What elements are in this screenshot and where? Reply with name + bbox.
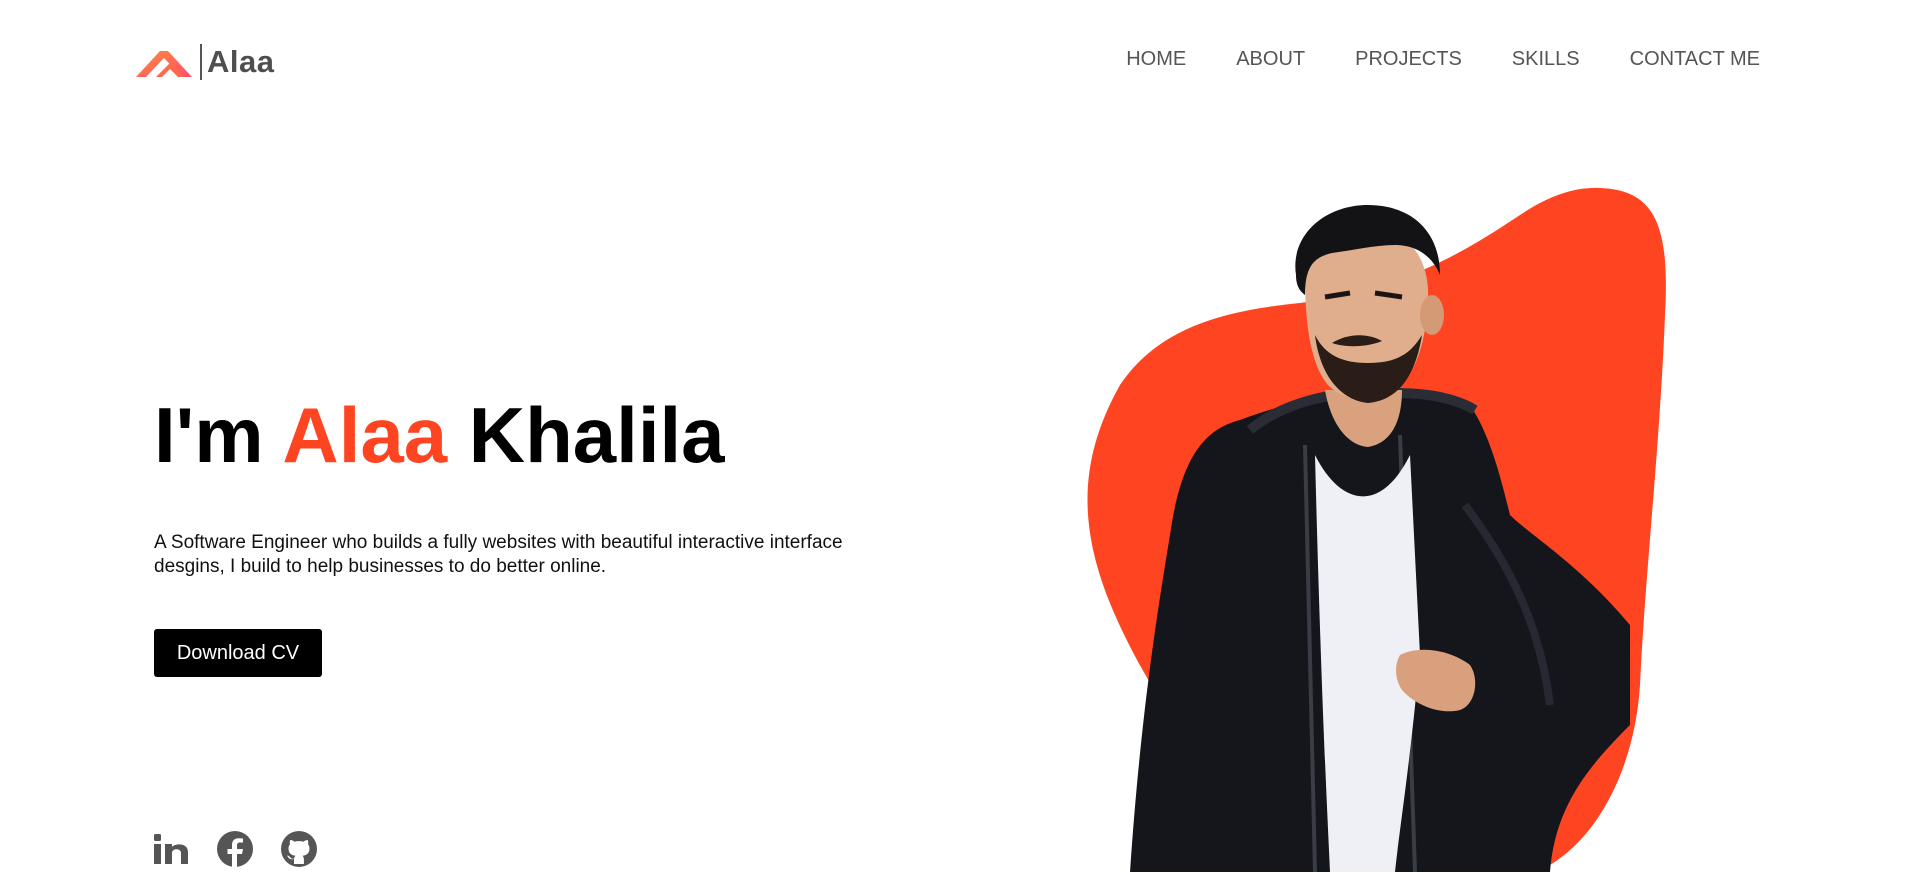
nav-projects[interactable]: PROJECTS (1355, 48, 1462, 71)
site-header: Alaa HOME ABOUT PROJECTS SKILLS CONTACT … (0, 0, 1920, 124)
facebook-icon[interactable] (216, 830, 254, 868)
download-cv-button[interactable]: Download CV (154, 629, 322, 677)
logo-mark-icon (136, 51, 192, 77)
main-nav: HOME ABOUT PROJECTS SKILLS CONTACT ME (1126, 48, 1760, 71)
hero-description: A Software Engineer who builds a fully w… (154, 532, 843, 577)
hero-title: I'm Alaa Khalila (154, 396, 725, 474)
hero-title-prefix: I'm (154, 391, 283, 479)
logo-divider (200, 44, 202, 80)
nav-home[interactable]: HOME (1126, 48, 1186, 71)
nav-contact-me[interactable]: CONTACT ME (1630, 48, 1760, 71)
github-icon[interactable] (280, 830, 318, 868)
logo-text: Alaa (207, 44, 275, 79)
logo[interactable]: Alaa (134, 42, 274, 82)
hero-title-highlight: Alaa (282, 391, 448, 479)
social-links (152, 830, 318, 868)
nav-skills[interactable]: SKILLS (1512, 48, 1580, 71)
hero-title-suffix: Khalila (447, 391, 725, 479)
linkedin-icon[interactable] (152, 830, 190, 868)
nav-about[interactable]: ABOUT (1236, 48, 1305, 71)
profile-photo (1130, 205, 1630, 872)
